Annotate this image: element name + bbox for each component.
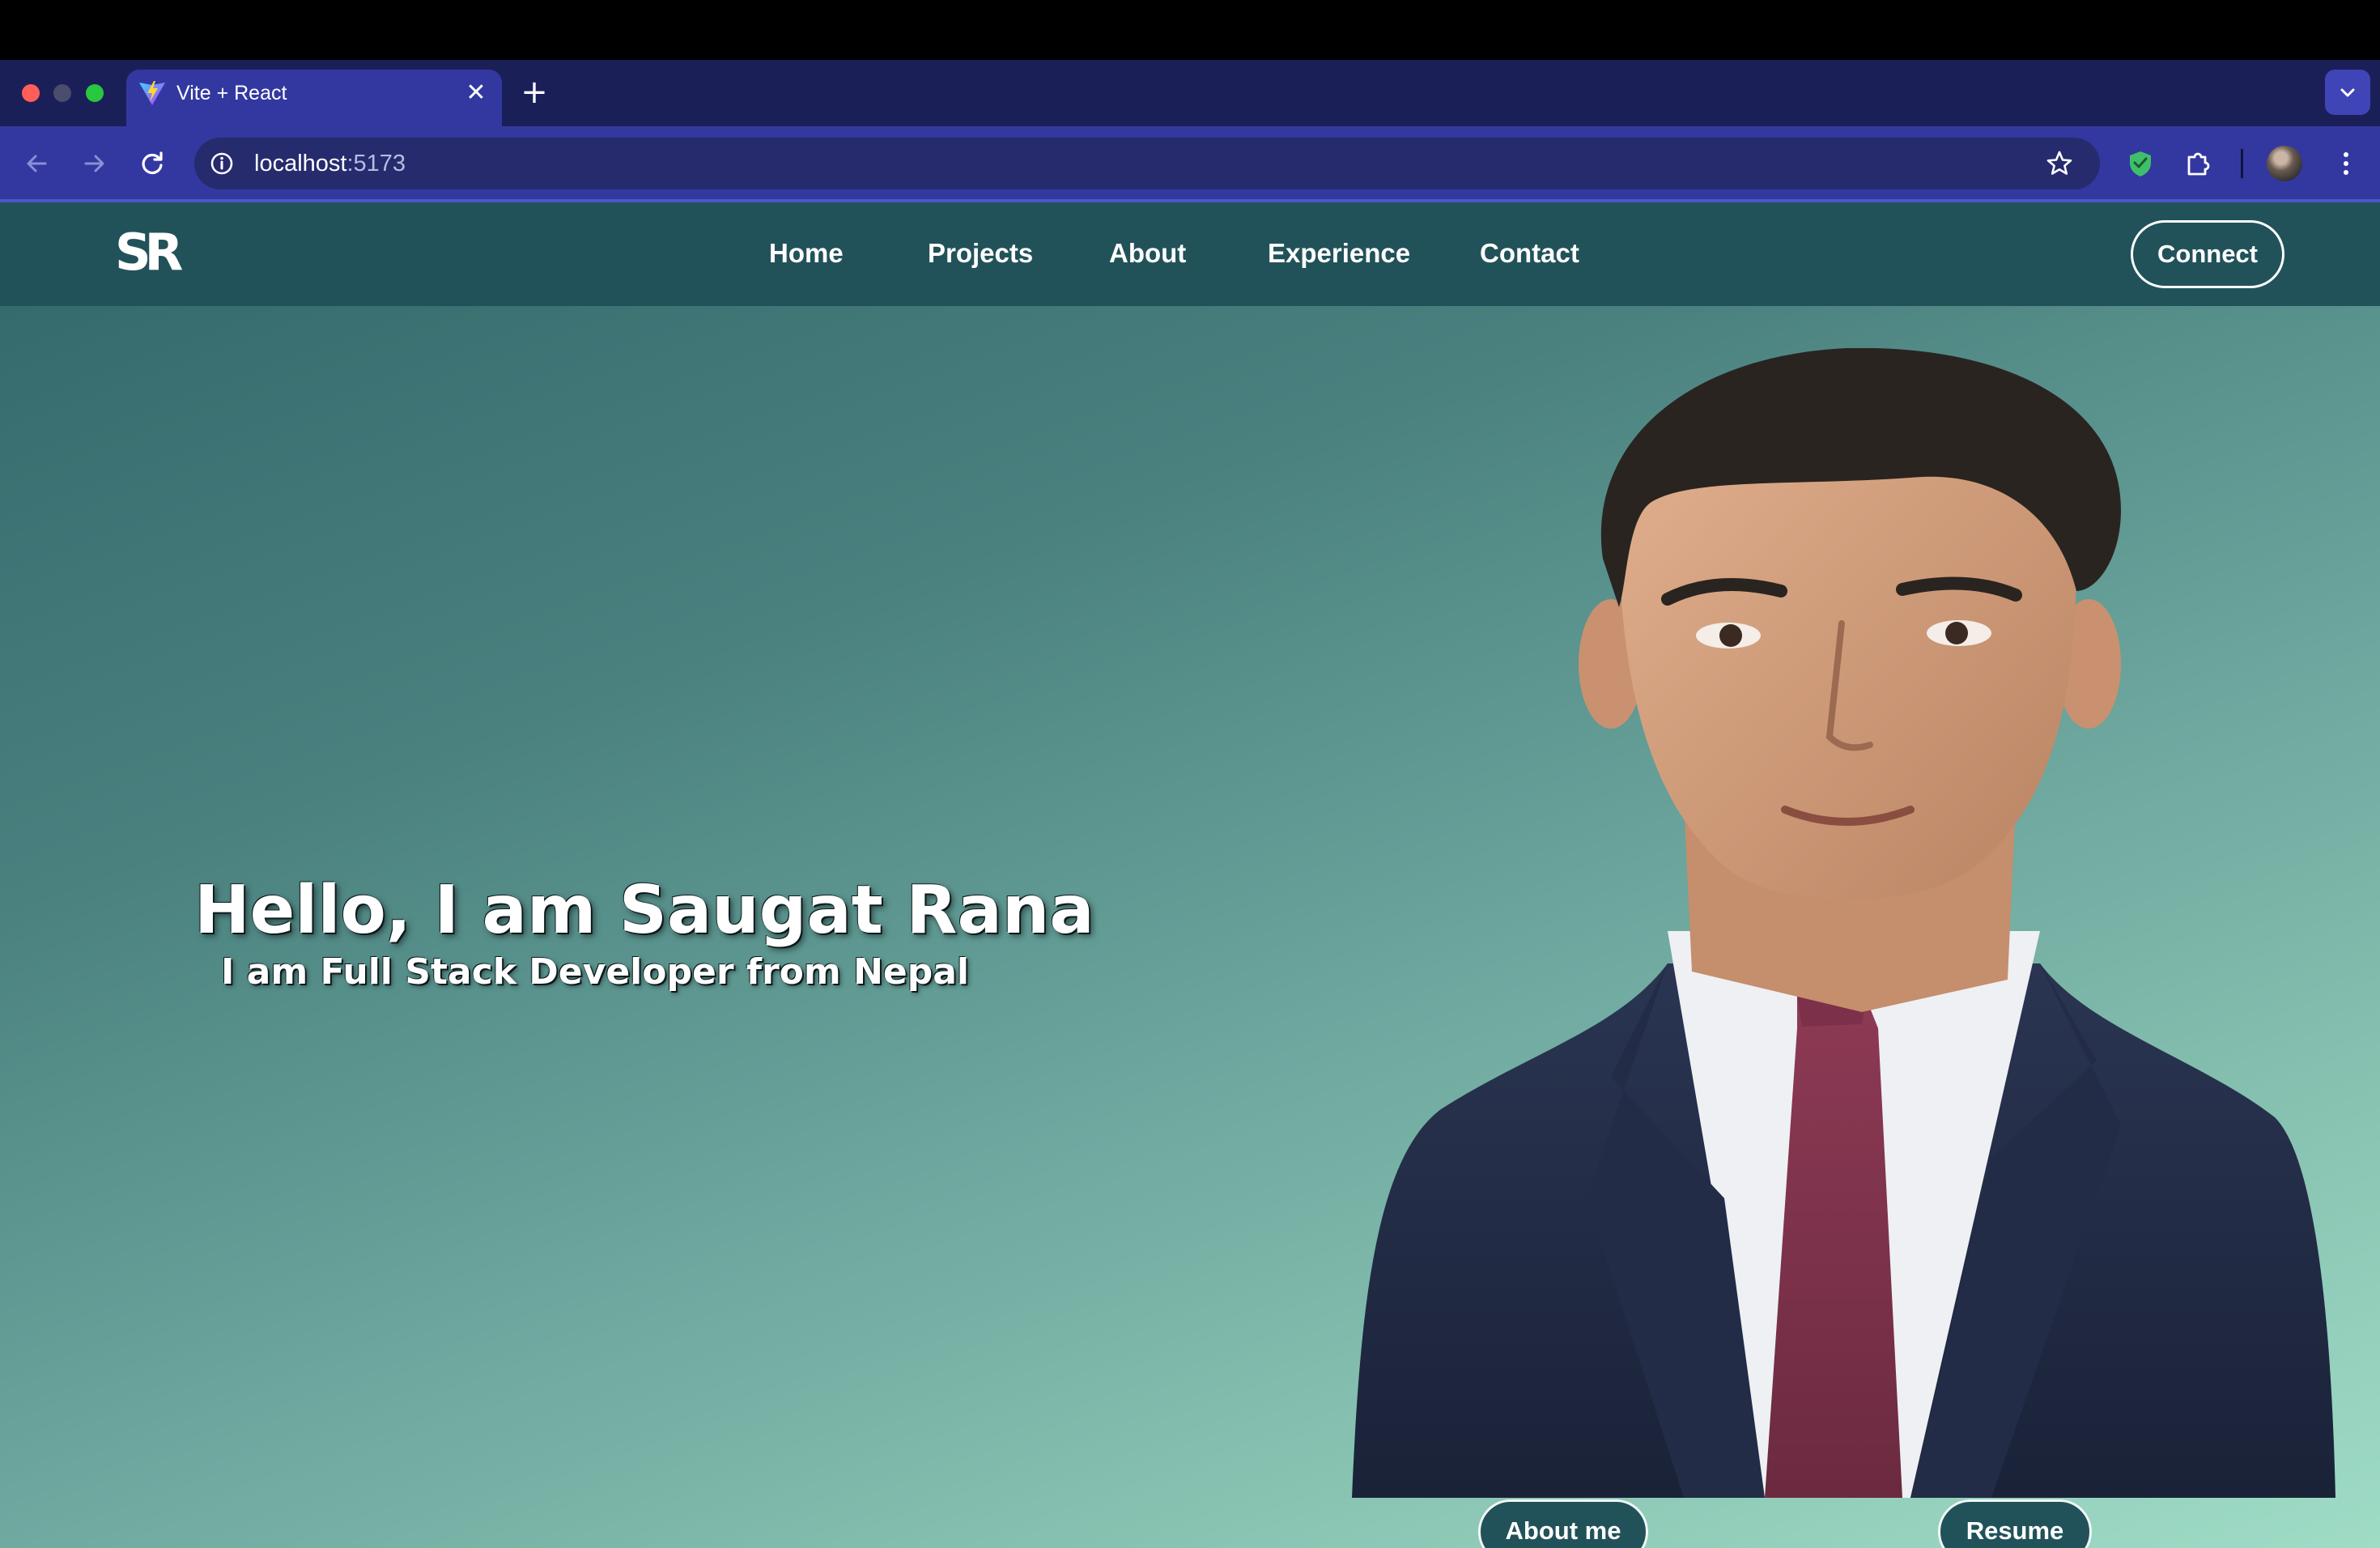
hero-subtitle: I am Full Stack Developer from Nepal — [220, 951, 970, 993]
url-text[interactable]: localhost:5173 — [254, 148, 406, 179]
page-viewport: SR Home Projects About Experience Contac… — [0, 202, 2380, 1548]
forward-arrow-icon[interactable] — [76, 146, 112, 181]
window-minimize-button[interactable] — [53, 84, 71, 102]
tab-search-button[interactable] — [2325, 70, 2370, 115]
nav-link-experience[interactable]: Experience — [1268, 232, 1410, 275]
about-me-button[interactable]: About me — [1478, 1499, 1648, 1548]
puzzle-extensions-icon[interactable] — [2181, 146, 2216, 181]
vite-icon — [139, 81, 165, 105]
star-icon[interactable] — [2042, 146, 2077, 181]
top-bar — [0, 0, 2380, 60]
site-info-icon[interactable] — [206, 147, 238, 180]
toolbar-separator — [2241, 149, 2243, 178]
nav-link-about[interactable]: About — [1109, 232, 1186, 275]
site-logo[interactable]: SR — [115, 222, 183, 283]
kebab-menu-icon[interactable] — [2328, 146, 2364, 181]
back-arrow-icon[interactable] — [19, 146, 55, 181]
window-close-button[interactable] — [22, 84, 40, 102]
window-maximize-button[interactable] — [86, 84, 104, 102]
tab-title: Vite + React — [176, 82, 287, 104]
hero-title: Hello, I am Saugat Rana — [194, 872, 1094, 949]
resume-button[interactable]: Resume — [1938, 1499, 2092, 1548]
address-bar[interactable] — [194, 138, 2100, 189]
reload-icon[interactable] — [134, 146, 170, 181]
chevron-down-icon — [2340, 88, 2355, 97]
nav-link-contact[interactable]: Contact — [1480, 232, 1579, 275]
tab-close-icon[interactable]: ✕ — [463, 79, 489, 108]
shield-extension-icon[interactable] — [2123, 146, 2158, 181]
nav-link-projects[interactable]: Projects — [928, 232, 1033, 275]
new-tab-button[interactable]: + — [518, 76, 550, 108]
site-navbar: SR Home Projects About Experience Contac… — [0, 202, 2380, 306]
nav-link-home[interactable]: Home — [769, 232, 844, 275]
profile-portrait — [1352, 348, 2335, 1498]
profile-avatar[interactable] — [2267, 146, 2302, 181]
connect-button[interactable]: Connect — [2131, 220, 2284, 288]
url-port: :5173 — [346, 151, 406, 176]
url-host: localhost — [254, 151, 347, 176]
